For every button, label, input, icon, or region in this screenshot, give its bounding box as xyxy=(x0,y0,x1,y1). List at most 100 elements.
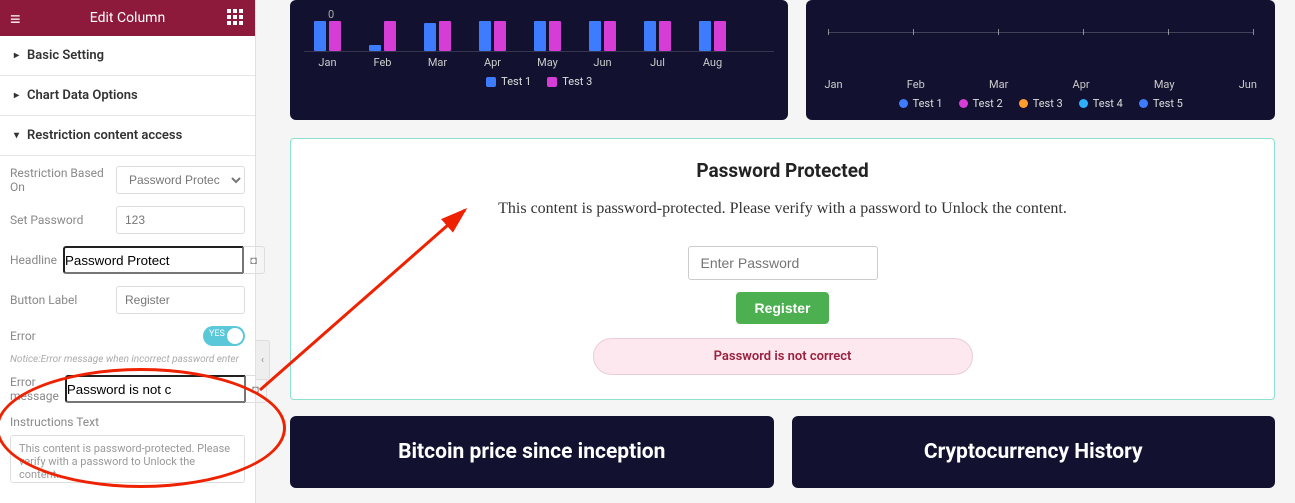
toggle-error[interactable]: YES xyxy=(203,326,245,346)
collapse-sidebar-button[interactable]: ‹ xyxy=(256,340,270,380)
legend-dot xyxy=(899,99,908,108)
label-error-message: Error message xyxy=(10,375,59,403)
bar-legend: Test 1 Test 3 xyxy=(304,75,774,88)
legend-item[interactable]: Test 2 xyxy=(959,97,1003,110)
sidebar-header: Edit Column xyxy=(0,0,255,36)
bar-group xyxy=(314,21,341,51)
legend-item[interactable]: Test 1 xyxy=(899,97,943,110)
dynamic-tag-icon[interactable]: ◘ xyxy=(243,246,265,274)
register-button[interactable]: Register xyxy=(736,292,828,324)
bar-x-labels: Jan Feb Mar Apr May Jun Jul Aug xyxy=(304,52,774,69)
input-set-password[interactable] xyxy=(116,206,245,234)
apps-icon[interactable] xyxy=(227,9,245,27)
bar xyxy=(604,21,616,51)
password-title: Password Protected xyxy=(321,159,1244,182)
x-tick-label: Feb xyxy=(907,78,925,91)
menu-icon[interactable] xyxy=(10,9,28,27)
x-tick-label: Mar xyxy=(424,56,451,69)
bar-group xyxy=(479,21,506,51)
label-instructions-text: Instructions Text xyxy=(10,415,245,429)
bar xyxy=(424,23,436,51)
x-tick-label: Apr xyxy=(1073,78,1090,91)
label-restriction-based-on: Restriction Based On xyxy=(10,166,110,194)
bar xyxy=(314,21,326,51)
bar xyxy=(714,21,726,51)
label-button-label: Button Label xyxy=(10,293,110,307)
x-tick-label: Jun xyxy=(589,56,616,69)
x-tick-label: Apr xyxy=(479,56,506,69)
legend-item[interactable]: Test 5 xyxy=(1139,97,1183,110)
bar xyxy=(549,21,561,51)
notice-error: Notice:Error message when incorrect pass… xyxy=(10,354,245,365)
bar xyxy=(534,21,546,51)
legend-item[interactable]: Test 4 xyxy=(1079,97,1123,110)
main-preview: 0 JanFebMarAprMayJunJulAug Test 1Test 3 … xyxy=(270,0,1295,503)
x-tick-label: Jun xyxy=(1239,78,1257,91)
bar xyxy=(384,21,396,51)
label-error: Error xyxy=(10,329,110,343)
bar xyxy=(659,21,671,51)
panel-title: Edit Column xyxy=(28,10,227,26)
password-input[interactable] xyxy=(688,246,878,280)
caret-down-icon: ▾ xyxy=(14,130,19,141)
x-tick-label: May xyxy=(1154,78,1175,91)
restriction-panel: Restriction Based On Password Protected … xyxy=(0,156,255,487)
line-chart xyxy=(820,32,1261,72)
legend-dot xyxy=(1139,99,1148,108)
bar xyxy=(494,21,506,51)
textarea-instructions[interactable]: This content is password-protected. Plea… xyxy=(10,435,245,483)
bar-group xyxy=(644,21,671,51)
select-restriction-based-on[interactable]: Password Protected xyxy=(116,166,245,194)
bar xyxy=(699,21,711,51)
x-tick-label: Jan xyxy=(824,78,842,91)
legend-item[interactable]: Test 3 xyxy=(547,75,592,88)
legend-swatch xyxy=(486,77,496,87)
line-legend: Test 1 Test 2 Test 3 Test 4 Test 5 xyxy=(820,97,1261,110)
sidebar: Edit Column ▸ Basic Setting ▸ Chart Data… xyxy=(0,0,256,503)
legend-dot xyxy=(1079,99,1088,108)
legend-item[interactable]: Test 1 xyxy=(486,75,531,88)
legend-swatch xyxy=(547,77,557,87)
bar-group xyxy=(424,21,451,51)
card-crypto-history: Cryptocurrency History xyxy=(792,416,1276,488)
bar-group xyxy=(699,21,726,51)
password-protected-card: Password Protected This content is passw… xyxy=(290,138,1275,400)
x-tick-label: Aug xyxy=(699,56,726,69)
caret-right-icon: ▸ xyxy=(14,50,19,61)
input-error-message[interactable] xyxy=(65,375,246,403)
x-tick-label: Feb xyxy=(369,56,396,69)
legend-item[interactable]: Test 3 xyxy=(1019,97,1063,110)
x-tick-label: May xyxy=(534,56,561,69)
bar-group xyxy=(369,21,396,51)
chart-line-card: JanFebMarAprMayJun Test 1Test 2Test 3Tes… xyxy=(806,0,1275,120)
section-restriction-content-access[interactable]: ▾ Restriction content access xyxy=(0,116,255,156)
label-headline: Headline xyxy=(10,253,57,267)
line-x-labels: Jan Feb Mar Apr May Jun xyxy=(820,72,1261,91)
input-button-label[interactable] xyxy=(116,286,245,314)
bottom-cards-row: Bitcoin price since inception Cryptocurr… xyxy=(290,416,1275,488)
x-tick-label: Mar xyxy=(989,78,1008,91)
card-bitcoin-price: Bitcoin price since inception xyxy=(290,416,774,488)
bar xyxy=(329,21,341,51)
y-axis-zero: 0 xyxy=(328,8,334,21)
charts-row: 0 JanFebMarAprMayJunJulAug Test 1Test 3 … xyxy=(290,0,1275,120)
section-basic-setting[interactable]: ▸ Basic Setting xyxy=(0,36,255,76)
section-chart-data-options[interactable]: ▸ Chart Data Options xyxy=(0,76,255,116)
password-description: This content is password-protected. Plea… xyxy=(321,200,1244,218)
bar xyxy=(644,21,656,51)
legend-dot xyxy=(1019,99,1028,108)
bar xyxy=(369,45,381,51)
legend-dot xyxy=(959,99,968,108)
password-error-banner: Password is not correct xyxy=(593,338,973,375)
x-tick-label: Jul xyxy=(644,56,671,69)
bar-chart: 0 xyxy=(304,8,774,52)
x-tick-label: Jan xyxy=(314,56,341,69)
bar xyxy=(589,21,601,51)
caret-right-icon: ▸ xyxy=(14,90,19,101)
bar xyxy=(479,21,491,51)
label-set-password: Set Password xyxy=(10,213,110,227)
bar-group xyxy=(589,21,616,51)
bar xyxy=(439,21,451,51)
bar-group xyxy=(534,21,561,51)
input-headline[interactable] xyxy=(63,246,244,274)
